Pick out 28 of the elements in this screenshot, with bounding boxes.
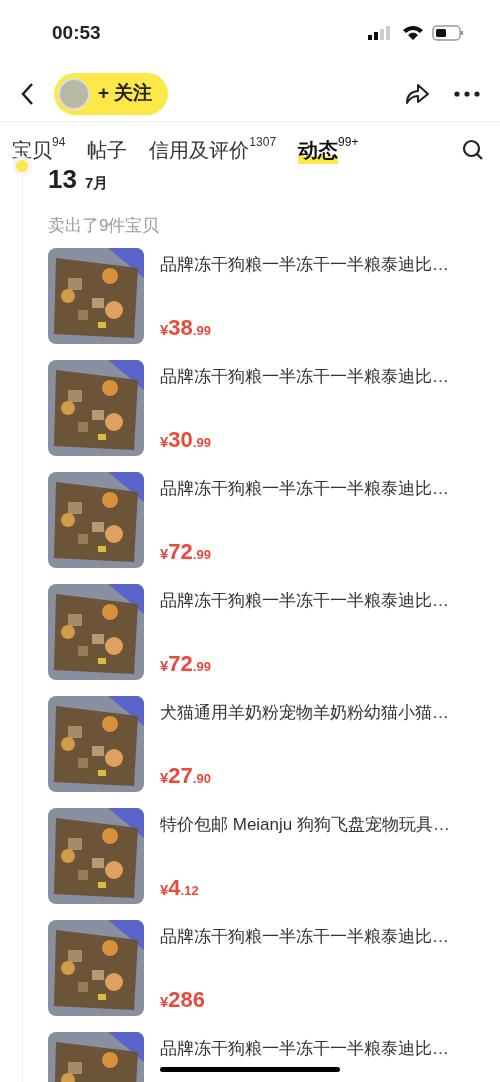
- avatar: [58, 77, 90, 110]
- sold-summary: 卖出了9件宝贝: [48, 214, 161, 237]
- product-price: ¥72.99: [160, 538, 212, 566]
- follow-button[interactable]: + 关注: [54, 72, 169, 115]
- product-title[interactable]: 品牌冻干狗粮一半冻干一半粮泰迪比…: [160, 924, 449, 950]
- product-price: ¥38.99: [160, 314, 212, 342]
- back-icon[interactable]: [20, 81, 34, 106]
- product-price: ¥72.99: [160, 650, 212, 678]
- date-day: 13: [48, 166, 77, 192]
- share-icon[interactable]: [404, 81, 430, 106]
- product-price: ¥4.12: [160, 874, 200, 902]
- product-price: ¥30.99: [160, 426, 212, 454]
- search-icon[interactable]: [462, 139, 484, 161]
- tab[interactable]: 帖子: [87, 136, 128, 164]
- product-title[interactable]: 品牌冻干狗粮一半冻干一半粮泰迪比…: [160, 364, 449, 390]
- more-icon[interactable]: [454, 90, 480, 97]
- product-title[interactable]: 犬猫通用羊奶粉宠物羊奶粉幼猫小猫…: [160, 700, 449, 726]
- status-time: 00:53: [52, 20, 101, 45]
- battery-icon: [432, 25, 464, 41]
- product-price: ¥27.90: [160, 762, 212, 790]
- product-title[interactable]: 品牌冻干狗粮一半冻干一半粮泰迪比…: [160, 252, 449, 278]
- product-title[interactable]: 品牌冻干狗粮一半冻干一半粮泰迪比…: [160, 476, 449, 502]
- product-title[interactable]: 特价包邮 Meianju 狗狗飞盘宠物玩具…: [160, 812, 450, 838]
- date-month: 7月: [84, 173, 109, 193]
- product-price: ¥286: [160, 986, 207, 1014]
- product-title[interactable]: 品牌冻干狗粮一半冻干一半粮泰迪比…: [160, 1036, 449, 1062]
- wifi-icon: [402, 25, 424, 41]
- product-title[interactable]: 品牌冻干狗粮一半冻干一半粮泰迪比…: [160, 588, 449, 614]
